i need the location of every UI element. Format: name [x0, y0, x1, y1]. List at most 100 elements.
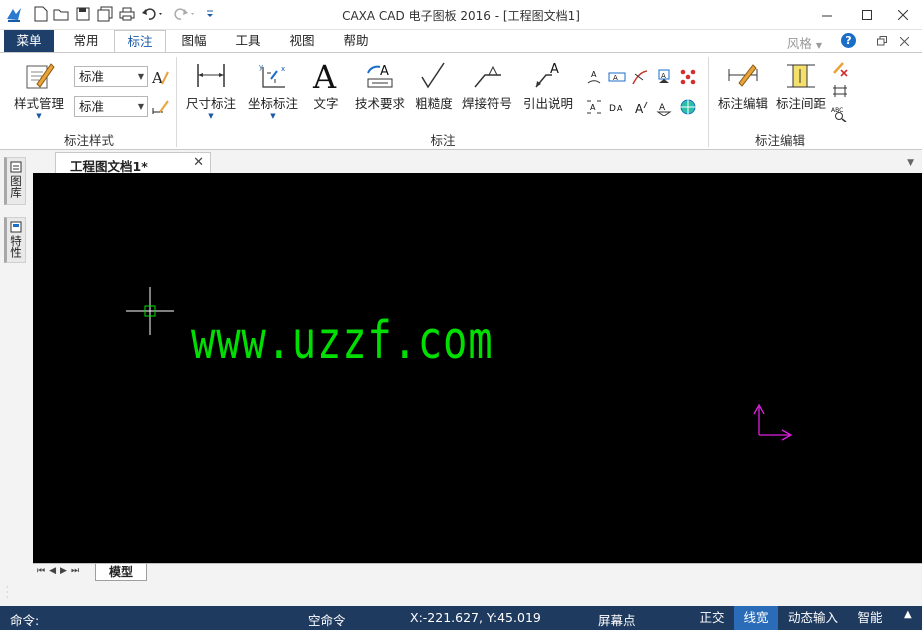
style-label: 风格 [786, 36, 812, 51]
drawing-canvas[interactable]: www.uzzf.com [33, 173, 922, 563]
properties-icon [10, 221, 22, 233]
command-line-area[interactable]: · · · [0, 582, 922, 606]
close-button[interactable] [888, 4, 918, 26]
chevron-down-icon: ▼ [137, 102, 144, 111]
layout-tab-bar: ⏮◀▶⏭ 模型 [33, 563, 922, 581]
svg-text:y: y [259, 63, 263, 71]
current-command: 空命令 [308, 613, 346, 628]
restore-ribbon-icon[interactable] [874, 30, 890, 52]
crosshair-cursor-icon [126, 287, 174, 335]
side-tab-properties[interactable]: 特性 [4, 217, 26, 263]
smart-snap-toggle[interactable]: 智能 [850, 606, 890, 630]
leader-note-icon: A [531, 59, 565, 91]
text-icon: A [309, 59, 343, 91]
text-box-icon[interactable]: A [607, 67, 627, 87]
group-label-annotation-style: 标注样式 [63, 133, 114, 148]
coordinate-dimension-icon: yx [256, 59, 290, 91]
library-icon [10, 161, 22, 173]
ribbon-tab-bar: 菜单 常用 标注 图幅 工具 视图 帮助 风格 ▼ ? [0, 30, 922, 53]
svg-text:A: A [591, 70, 597, 79]
tab-sheet[interactable]: 图幅 [170, 30, 218, 52]
style-manager-label: 样式管理 [13, 96, 64, 111]
style-manager-button[interactable]: 样式管理 ▼ [8, 59, 70, 120]
weld-symbol-button[interactable]: 焊接符号 [458, 59, 516, 112]
dimension-icon [194, 59, 228, 91]
window-title: CAXA CAD 电子图板 2016 - [工程图文档1] [342, 9, 580, 23]
side-tab-library[interactable]: 图库 [4, 157, 26, 205]
chevron-down-icon: ▼ [137, 72, 144, 81]
leader-note-button[interactable]: A 引出说明 [518, 59, 578, 112]
close-tab-icon[interactable]: ✕ [193, 155, 204, 170]
tab-list-dropdown-icon[interactable]: ▼ [907, 158, 914, 168]
status-bar: 命令: 空命令 X:-221.627, Y:45.019 屏幕点 正交 线宽 动… [0, 606, 922, 630]
layout-tab-model[interactable]: 模型 [95, 564, 147, 581]
tab-help[interactable]: 帮助 [332, 30, 380, 52]
spell-check-icon[interactable]: ABC [830, 103, 850, 123]
maximize-button[interactable] [852, 4, 882, 26]
align-dimension-icon[interactable] [830, 81, 850, 101]
datum-symbol-icon[interactable]: A [654, 67, 674, 87]
dimension-spacing-icon [784, 59, 818, 91]
canvas-text-entity[interactable]: www.uzzf.com [191, 311, 493, 371]
status-dropdown-icon[interactable]: ▲ [904, 609, 912, 620]
style-menu[interactable]: 风格 ▼ [787, 33, 822, 52]
clear-annotation-icon[interactable] [830, 59, 850, 79]
dynamic-input-toggle[interactable]: 动态输入 [782, 606, 844, 630]
dimension-style-icon[interactable] [150, 97, 170, 117]
title-bar: CAXA CAD 电子图板 2016 - [工程图文档1] [0, 0, 922, 30]
group-divider [176, 57, 177, 147]
cursor-coordinates: X:-221.627, Y:45.019 [410, 610, 541, 625]
dimension-dropdown-icon: ▼ [208, 112, 214, 120]
edit-annotation-label: 标注编辑 [717, 96, 768, 111]
ucs-axis-icon [753, 403, 793, 441]
technical-requirements-button[interactable]: A 技术要求 [350, 59, 410, 112]
text-style-select[interactable]: 标准 ▼ [74, 66, 148, 87]
dimension-spacing-button[interactable]: 标注间距 [772, 59, 830, 112]
group-label-annotation: 标注 [430, 133, 456, 148]
text-style-icon[interactable]: A [150, 67, 170, 87]
tab-menu[interactable]: 菜单 [4, 30, 54, 52]
edit-annotation-button[interactable]: 标注编辑 [714, 59, 772, 112]
ribbon-panel: 样式管理 ▼ 标准 ▼ 标准 ▼ A 标注样式 尺寸标注 ▼ yx 坐标标注 ▼ A… [0, 52, 922, 150]
dimension-button[interactable]: 尺寸标注 ▼ [182, 59, 240, 120]
tab-annotation[interactable]: 标注 [114, 30, 166, 53]
tab-tools[interactable]: 工具 [224, 30, 272, 52]
coordinate-dimension-button[interactable]: yx 坐标标注 ▼ [244, 59, 302, 120]
close-doc-icon[interactable] [896, 30, 912, 52]
coordinate-dimension-label: 坐标标注 [247, 96, 298, 111]
hole-array-icon[interactable] [678, 67, 698, 87]
layout-nav-arrows-icon[interactable]: ⏮◀▶⏭ [37, 566, 83, 576]
tab-common[interactable]: 常用 [62, 30, 110, 52]
svg-text:A: A [590, 103, 596, 112]
snap-mode-select[interactable]: 屏幕点 [598, 610, 636, 629]
center-hole-icon[interactable]: A [630, 97, 650, 117]
svg-text:A: A [617, 104, 623, 113]
weld-symbol-label: 焊接符号 [461, 96, 512, 111]
side-tab-properties-label: 特性 [9, 235, 23, 258]
tab-view[interactable]: 视图 [278, 30, 326, 52]
grip-handle-icon[interactable]: · · · [6, 584, 9, 602]
center-mark-icon[interactable] [678, 97, 698, 117]
dimension-label: 尺寸标注 [185, 96, 236, 111]
help-icon[interactable]: ? [841, 33, 856, 48]
document-tab[interactable]: 工程图文档1* ✕ [55, 152, 211, 174]
roughness-button[interactable]: 粗糙度 [412, 59, 456, 112]
weld-symbol-icon [470, 59, 504, 91]
style-manager-icon [22, 59, 56, 91]
curve-leader-icon[interactable] [630, 67, 650, 87]
dimension-style-value: 标准 [79, 99, 105, 114]
balloon-text-icon[interactable]: DA [607, 97, 627, 117]
text-button[interactable]: A 文字 [306, 59, 346, 112]
ortho-toggle[interactable]: 正交 [692, 606, 732, 630]
svg-text:A: A [613, 74, 618, 82]
line-width-toggle[interactable]: 线宽 [734, 606, 778, 630]
cut-arrow-icon[interactable]: A [654, 97, 674, 117]
svg-text:x: x [281, 65, 285, 73]
svg-text:A: A [550, 62, 559, 77]
side-panel-strip: 图库 特性 [0, 151, 32, 564]
chamfer-dimension-icon[interactable]: A [584, 97, 604, 117]
dimension-style-select[interactable]: 标准 ▼ [74, 96, 148, 117]
roughness-label: 粗糙度 [415, 96, 453, 111]
arc-length-dimension-icon[interactable]: A [584, 67, 604, 87]
minimize-button[interactable] [812, 4, 842, 26]
